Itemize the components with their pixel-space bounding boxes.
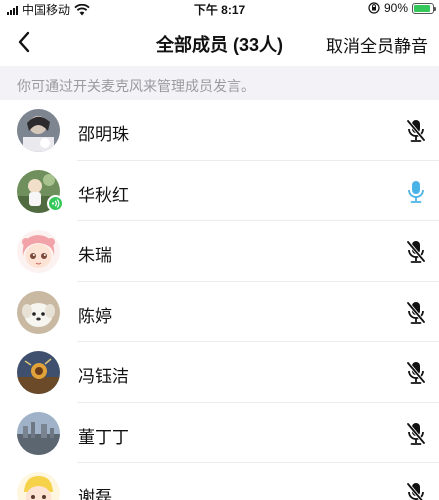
member-name: 华秋红: [78, 185, 129, 205]
avatar: [17, 411, 60, 455]
battery-cap: [434, 6, 436, 11]
member-name: 邵明珠: [78, 125, 129, 144]
member-name: 冯钰洁: [78, 367, 129, 386]
member-row[interactable]: 冯钰洁: [0, 342, 439, 403]
avatar: [17, 351, 60, 394]
hint-text: 你可通过开关麦克风来管理成员发言。: [17, 78, 255, 94]
battery-icon: [412, 2, 436, 14]
sound-wave-icon: [51, 198, 60, 208]
mic-toggle-button[interactable]: [404, 118, 428, 144]
unmute-all-button[interactable]: 取消全员静音: [326, 32, 428, 57]
speaking-badge: [47, 194, 64, 212]
member-name: 陈婷: [78, 306, 112, 326]
mic-toggle-button[interactable]: [404, 300, 428, 326]
status-bar: 中国移动 下午 8:17 90%: [0, 0, 439, 18]
status-right: 90%: [368, 1, 436, 15]
mic-muted-icon: [406, 240, 426, 263]
mic-toggle-button[interactable]: [404, 360, 428, 386]
mic-muted-icon: [406, 119, 426, 142]
mic-active-icon: [408, 180, 424, 203]
member-name: 董丁丁: [78, 427, 129, 447]
member-name: 朱瑞: [78, 246, 112, 265]
avatar: [17, 230, 60, 273]
mic-muted-icon: [406, 301, 426, 324]
battery-fill: [414, 4, 431, 12]
mic-muted-icon: [406, 422, 426, 445]
member-row[interactable]: 华秋红: [0, 161, 439, 222]
member-name: 谢磊: [78, 488, 112, 500]
rotation-lock-icon: [368, 2, 380, 14]
mic-toggle-button[interactable]: [404, 421, 428, 447]
battery-percent: 90%: [383, 1, 408, 15]
member-row[interactable]: 陈婷: [0, 282, 439, 343]
member-row[interactable]: 董丁丁: [0, 403, 439, 464]
member-list: 邵明珠 华秋红 朱瑞 陈婷 冯钰洁 董丁丁 谢磊: [0, 100, 439, 500]
mic-muted-icon: [406, 361, 426, 384]
hint-banner: 你可通过开关麦克风来管理成员发言。: [0, 66, 439, 100]
mic-toggle-button[interactable]: [404, 481, 428, 500]
nav-bar: 全部成员 (33人) 取消全员静音: [0, 18, 439, 66]
member-row[interactable]: 朱瑞: [0, 221, 439, 282]
avatar: [17, 472, 60, 500]
mic-toggle-button[interactable]: [404, 239, 428, 265]
avatar: [17, 109, 60, 152]
member-row[interactable]: 谢磊: [0, 463, 439, 500]
mic-muted-icon: [406, 482, 424, 500]
mic-toggle-button[interactable]: [404, 179, 428, 205]
avatar: [17, 290, 60, 334]
member-row[interactable]: 邵明珠: [0, 100, 439, 161]
